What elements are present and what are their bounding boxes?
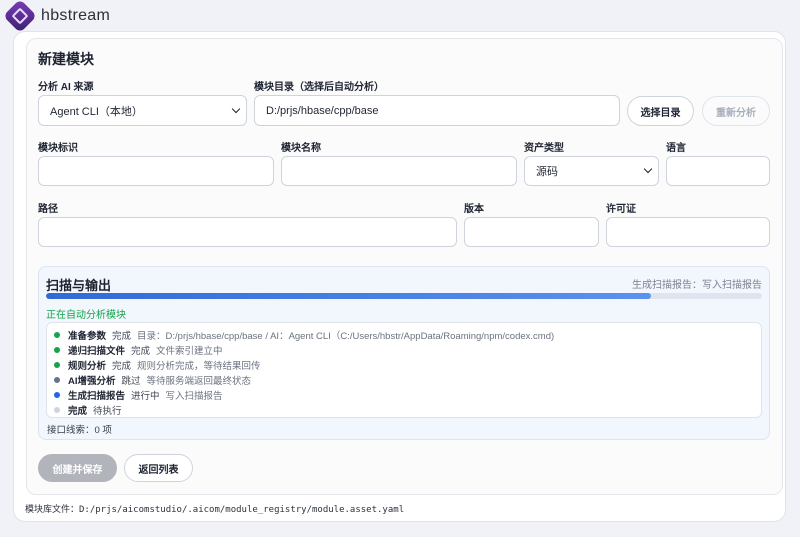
asset-type-value: 源码 <box>536 166 558 178</box>
step-detail: 文件索引建立中 <box>156 346 223 357</box>
asset-type-select[interactable]: 源码 <box>524 156 659 186</box>
back-to-list-button[interactable]: 返回列表 <box>124 454 193 482</box>
step-name: 生成扫描报告 <box>68 391 126 402</box>
status-dot-icon <box>54 362 60 368</box>
status-dot-icon <box>54 347 60 353</box>
step-state: 跳过 <box>121 376 141 387</box>
scan-status: 生成扫描报告：写入扫描报告 <box>632 280 762 291</box>
registry-file-path: 模块库文件：D:/prjs/aicomstudio/.aicom/module_… <box>25 505 405 515</box>
asset-type-label: 资产类型 <box>524 143 564 154</box>
step-detail: 规则分析完成，等待结果回传 <box>137 361 261 372</box>
step-name: 规则分析 <box>68 361 107 372</box>
chevron-down-icon <box>231 104 241 113</box>
app-title: hbstream <box>41 7 111 24</box>
scan-progress-bar <box>46 293 762 299</box>
status-dot-icon <box>54 407 60 413</box>
chevron-down-icon <box>643 164 653 174</box>
step-state: 待执行 <box>93 406 122 417</box>
language-label: 语言 <box>666 143 686 154</box>
version-label: 版本 <box>464 204 484 215</box>
path-label: 路径 <box>38 204 58 215</box>
interface-clue-count: 接口线索：0 项 <box>47 425 112 436</box>
step-item: 递归扫描文件 完成 文件索引建立中 <box>54 343 223 357</box>
step-state: 完成 <box>131 346 151 357</box>
module-id-label: 模块标识 <box>38 143 78 154</box>
status-dot-icon <box>54 332 60 338</box>
scan-title: 扫描与输出 <box>46 278 112 293</box>
choose-dir-button[interactable]: 选择目录 <box>627 96 694 126</box>
app-header: hbstream <box>0 0 800 33</box>
step-item: 准备参数 完成 目录：D:/prjs/hbase/cpp/base / AI：A… <box>54 328 554 342</box>
step-item: AI增强分析 跳过 等待服务端返回最终状态 <box>54 373 251 387</box>
create-save-button[interactable]: 创建并保存 <box>38 454 117 482</box>
status-dot-icon <box>54 377 60 383</box>
reanalyze-button[interactable]: 重新分析 <box>702 96 770 126</box>
auto-analysis-status: 正在自动分析模块 <box>46 310 126 321</box>
module-name-label: 模块名称 <box>281 143 321 154</box>
module-id-input[interactable] <box>38 156 274 186</box>
language-input[interactable] <box>666 156 770 186</box>
ai-source-value: Agent CLI（本地） <box>50 105 143 118</box>
module-dir-input[interactable]: D:/prjs/hbase/cpp/base <box>254 95 620 126</box>
step-detail: 等待服务端返回最终状态 <box>146 376 252 387</box>
hbstream-logo-icon <box>3 0 37 33</box>
step-state: 进行中 <box>131 391 160 402</box>
scan-progress-fill <box>46 293 652 299</box>
ai-source-label: 分析 AI 来源 <box>38 82 94 93</box>
license-label: 许可证 <box>606 204 636 215</box>
module-dir-label: 模块目录（选择后自动分析） <box>254 82 384 93</box>
step-detail: 写入扫描报告 <box>165 391 223 402</box>
step-state: 完成 <box>112 361 132 372</box>
module-dir-value: D:/prjs/hbase/cpp/base <box>266 104 379 117</box>
step-detail: 目录：D:/prjs/hbase/cpp/base / AI：Agent CLI… <box>137 331 555 342</box>
step-item: 生成扫描报告 进行中 写入扫描报告 <box>54 388 223 402</box>
step-name: 准备参数 <box>68 331 107 342</box>
license-input[interactable] <box>606 217 770 247</box>
path-input[interactable] <box>38 217 457 247</box>
status-dot-icon <box>54 392 60 398</box>
step-state: 完成 <box>112 331 132 342</box>
step-item: 完成 待执行 <box>54 403 128 417</box>
module-name-input[interactable] <box>281 156 517 186</box>
version-input[interactable] <box>464 217 599 247</box>
step-name: AI增强分析 <box>68 376 116 387</box>
step-item: 规则分析 完成 规则分析完成，等待结果回传 <box>54 358 261 372</box>
step-name: 完成 <box>68 406 88 417</box>
ai-source-select[interactable]: Agent CLI（本地） <box>38 95 247 126</box>
scan-steps-list: 准备参数 完成 目录：D:/prjs/hbase/cpp/base / AI：A… <box>46 322 762 418</box>
page-title: 新建模块 <box>38 51 94 67</box>
step-name: 递归扫描文件 <box>68 346 126 357</box>
